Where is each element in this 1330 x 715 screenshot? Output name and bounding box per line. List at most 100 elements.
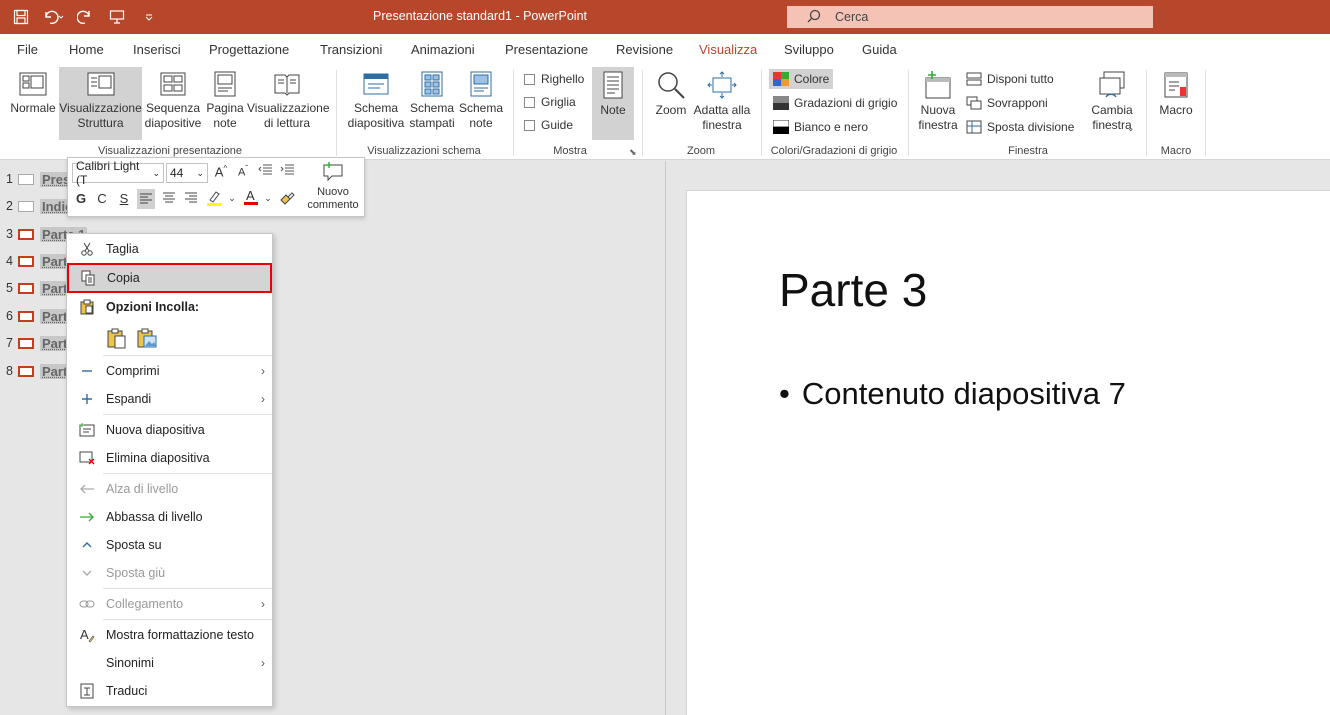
- menu-item-collapse[interactable]: Comprimi ›: [68, 358, 271, 384]
- highlight-dropdown-icon[interactable]: ⌄: [223, 193, 241, 204]
- menu-item-demote[interactable]: Abbassa di livello: [68, 504, 271, 530]
- menu-item-label: Sinonimi: [106, 656, 154, 670]
- text-formatting-icon: A: [68, 627, 106, 643]
- grayscale-button[interactable]: Gradazioni di grigio: [769, 93, 901, 113]
- customize-qat-icon[interactable]: [136, 4, 162, 30]
- redo-icon[interactable]: [72, 4, 98, 30]
- tab-visualizza[interactable]: Visualizza: [699, 42, 758, 67]
- menu-item-move-up[interactable]: Sposta su: [68, 532, 271, 558]
- font-color-dropdown-icon[interactable]: ⌄: [259, 193, 277, 204]
- highlight-icon[interactable]: [205, 190, 223, 209]
- menu-item-link[interactable]: Collegamento ›: [68, 591, 271, 617]
- notes-master-label-1: Schema: [458, 101, 504, 115]
- undo-icon[interactable]: [40, 4, 66, 30]
- increase-indent-icon[interactable]: [278, 164, 296, 179]
- paste-picture-icon[interactable]: [136, 327, 158, 352]
- italic-button[interactable]: C: [93, 191, 111, 206]
- tab-home[interactable]: Home: [69, 42, 104, 57]
- group-separator: [761, 70, 762, 156]
- underline-button[interactable]: S: [115, 191, 133, 206]
- move-split-button[interactable]: Sposta divisione: [962, 117, 1078, 137]
- tab-file[interactable]: File: [17, 42, 38, 57]
- tab-animazioni[interactable]: Animazioni: [411, 42, 475, 57]
- format-painter-icon[interactable]: [278, 190, 296, 209]
- slide-icon: [18, 200, 34, 212]
- menu-item-delete-slide[interactable]: Elimina diapositiva: [68, 445, 271, 471]
- notes-page-label-1: Pagina: [206, 101, 244, 115]
- presentation-start-icon[interactable]: [104, 4, 130, 30]
- arrange-all-button[interactable]: Disponi tutto: [962, 69, 1058, 89]
- align-center-icon[interactable]: [160, 191, 178, 208]
- slide-master-label-1: Schema: [353, 101, 399, 115]
- slide-sorter-button[interactable]: Sequenza diapositive: [143, 70, 203, 131]
- tab-transizioni[interactable]: Transizioni: [320, 42, 382, 57]
- switch-window-icon: [1099, 71, 1125, 98]
- menu-item-synonyms[interactable]: Sinonimi ›: [68, 650, 271, 676]
- grid-checkbox[interactable]: Griglia: [524, 95, 576, 109]
- switch-window-dropdown-icon[interactable]: ⌄: [1127, 123, 1135, 134]
- grid-label: Griglia: [541, 95, 576, 109]
- menu-item-promote[interactable]: Alza di livello: [68, 476, 271, 502]
- slide-title[interactable]: Parte 3: [779, 263, 927, 317]
- decrease-indent-icon[interactable]: [256, 164, 274, 179]
- align-left-icon[interactable]: [137, 189, 155, 209]
- menu-item-new-slide[interactable]: Nuova diapositiva: [68, 417, 271, 443]
- menu-item-move-down[interactable]: Sposta giù: [68, 560, 271, 586]
- tab-presentazione[interactable]: Presentazione: [505, 42, 588, 57]
- menu-item-label: Traduci: [106, 684, 148, 698]
- macro-button[interactable]: Macro: [1154, 70, 1198, 118]
- menu-item-copy[interactable]: Copia: [67, 263, 272, 293]
- tab-revisione[interactable]: Revisione: [616, 42, 673, 57]
- chevron-up-icon: [68, 540, 106, 550]
- slide-master-button[interactable]: Schema diapositiva: [346, 70, 406, 131]
- save-icon[interactable]: [8, 4, 34, 30]
- reading-view-button[interactable]: Visualizzazione di lettura: [247, 70, 330, 131]
- search-icon: [807, 9, 821, 26]
- outline-row-number: 2: [6, 199, 13, 213]
- fit-to-window-button[interactable]: Adatta alla finestra: [692, 70, 752, 133]
- slide-canvas[interactable]: Parte 3 • Contenuto diapositiva 7: [686, 190, 1330, 715]
- tab-progettazione[interactable]: Progettazione: [209, 42, 289, 57]
- dialog-launcher-icon[interactable]: ⬊: [629, 147, 637, 158]
- zoom-button[interactable]: Zoom: [652, 70, 690, 118]
- menu-item-expand[interactable]: Espandi ›: [68, 386, 271, 412]
- slide-bullet[interactable]: • Contenuto diapositiva 7: [779, 376, 1126, 412]
- cascade-button[interactable]: Sovrapponi: [962, 93, 1052, 113]
- paste-keep-source-icon[interactable]: [106, 327, 128, 352]
- guides-checkbox[interactable]: Guide: [524, 118, 573, 132]
- slide-icon: [18, 228, 34, 240]
- font-color-icon[interactable]: A: [242, 188, 260, 209]
- new-comment-button[interactable]: Nuovo commento: [304, 160, 362, 212]
- notes-page-button[interactable]: Pagina note: [205, 70, 245, 131]
- font-size-select[interactable]: 44 ⌄: [166, 163, 208, 183]
- outline-view-label-2: Struttura: [77, 116, 124, 130]
- search-box[interactable]: Cerca: [787, 6, 1153, 28]
- increase-font-icon[interactable]: A^: [212, 164, 230, 179]
- outline-view-button[interactable]: Visualizzazione Struttura: [59, 67, 142, 140]
- normal-view-button[interactable]: Normale: [6, 70, 60, 140]
- menu-item-translate[interactable]: Traduci: [68, 678, 271, 704]
- tab-guida[interactable]: Guida: [862, 42, 897, 57]
- tab-sviluppo[interactable]: Sviluppo: [784, 42, 834, 57]
- outline-row-number: 8: [6, 364, 13, 378]
- move-split-icon: [966, 120, 982, 134]
- handout-master-button[interactable]: Schema stampati: [409, 70, 455, 131]
- tab-inserisci[interactable]: Inserisci: [133, 42, 181, 57]
- zoom-label: Zoom: [655, 103, 687, 117]
- decrease-font-icon[interactable]: Aˇ: [234, 164, 252, 179]
- black-white-button[interactable]: Bianco e nero: [769, 117, 872, 137]
- ruler-checkbox[interactable]: Righello: [524, 72, 584, 86]
- handout-master-label-2: stampati: [409, 116, 455, 130]
- new-window-button[interactable]: Nuova finestra: [916, 70, 960, 133]
- notes-master-button[interactable]: Schema note: [458, 70, 504, 131]
- bold-button[interactable]: G: [72, 191, 90, 206]
- notes-page-icon: [214, 71, 236, 97]
- outline-row[interactable]: 2 Indic: [0, 195, 75, 217]
- menu-item-cut[interactable]: Taglia: [68, 236, 271, 262]
- menu-item-show-formatting[interactable]: A Mostra formattazione testo: [68, 622, 271, 648]
- color-button[interactable]: Colore: [769, 69, 834, 89]
- align-right-icon[interactable]: [182, 191, 200, 208]
- font-name-select[interactable]: Calibri Light (T ⌄: [72, 159, 164, 187]
- notes-toggle-button[interactable]: Note: [592, 67, 634, 140]
- group-separator: [908, 70, 909, 156]
